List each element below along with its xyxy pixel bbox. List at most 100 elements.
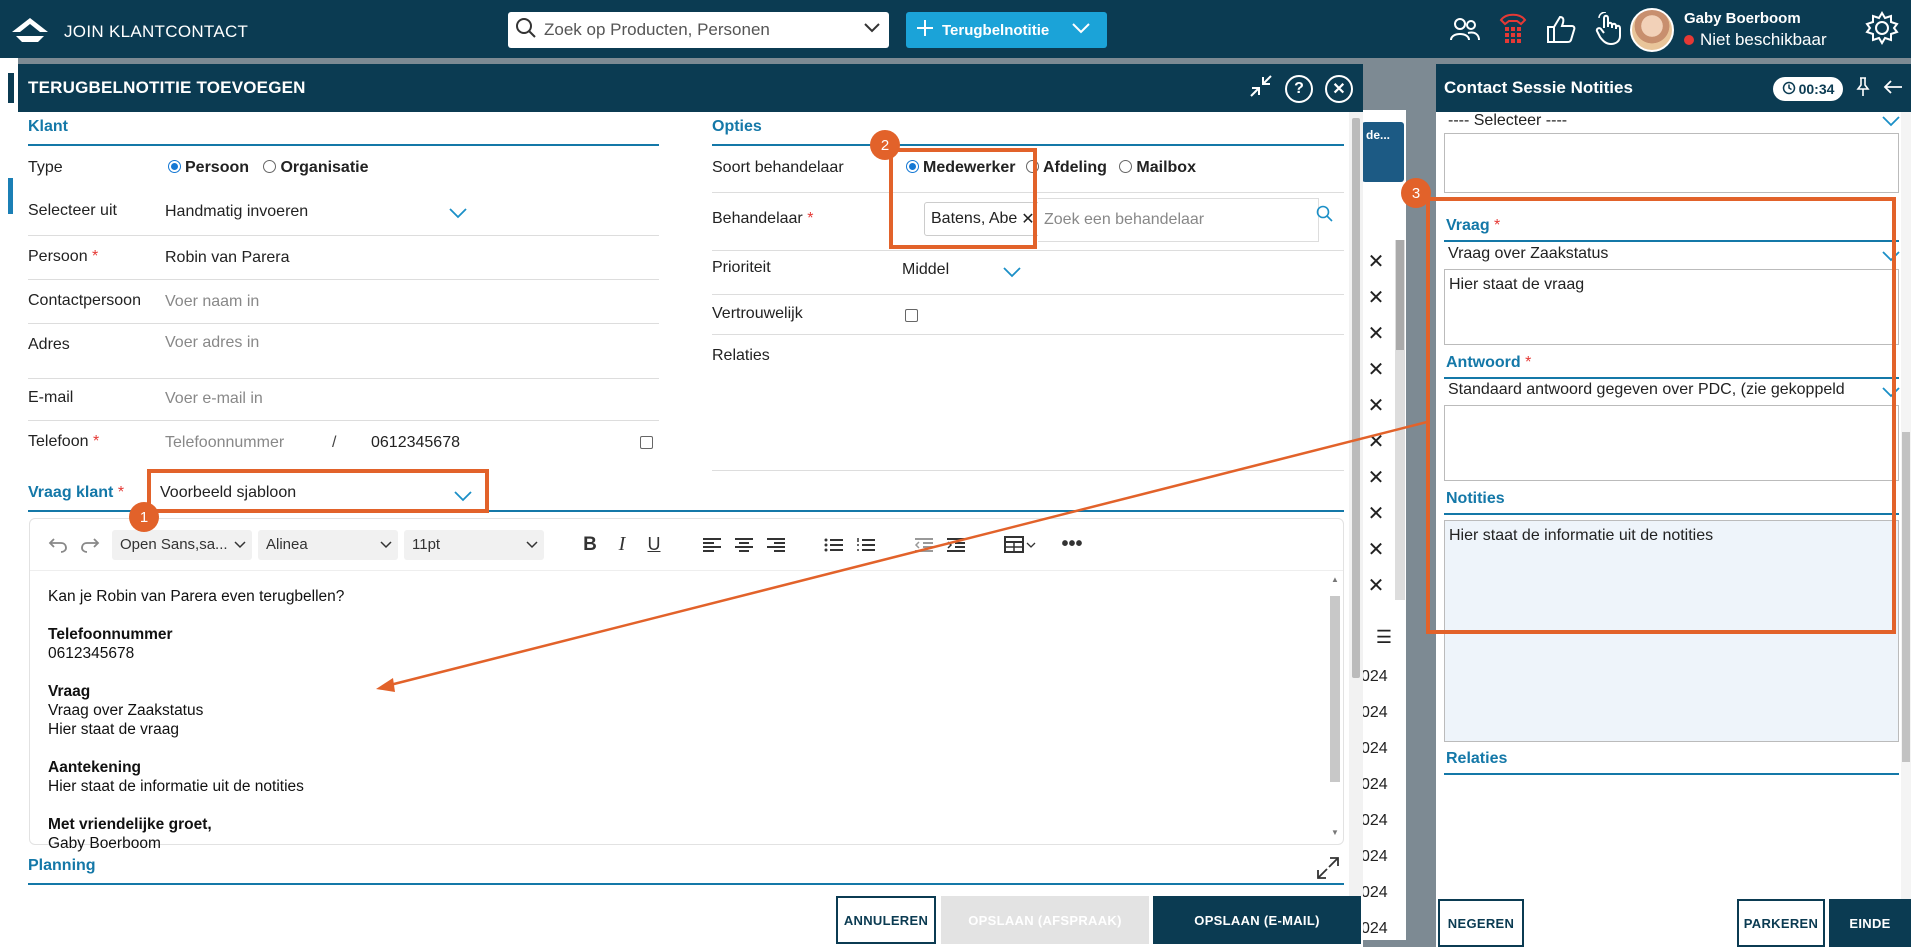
email-field[interactable]: Voer e-mail in <box>165 390 263 408</box>
search-input[interactable] <box>538 15 863 45</box>
align-center-icon[interactable] <box>728 529 760 561</box>
select-from-dropdown[interactable]: Handmatig invoeren <box>165 203 308 221</box>
end-button[interactable]: EINDE <box>1829 899 1911 947</box>
close-icon[interactable]: ✕ <box>1364 430 1388 454</box>
section-divider <box>28 144 659 146</box>
close-icon[interactable]: ✕ <box>1364 358 1388 382</box>
user-menu[interactable]: Gaby Boerboom Niet beschikbaar <box>1630 8 1827 52</box>
divider <box>28 235 659 236</box>
handler-type-department[interactable]: Afdeling <box>1025 159 1107 176</box>
modal-scrollbar[interactable] <box>1349 112 1363 896</box>
chevron-down-icon[interactable] <box>1882 114 1900 127</box>
divider <box>712 470 1344 471</box>
close-icon[interactable]: ✕ <box>1364 538 1388 562</box>
priority-dropdown[interactable]: Middel <box>902 261 949 279</box>
radio-icon[interactable] <box>263 160 277 173</box>
font-family-select[interactable]: Open Sans,sa... <box>112 529 252 560</box>
save-email-button[interactable]: OPSLAAN (E-MAIL) <box>1153 896 1361 944</box>
handler-search-input[interactable] <box>1038 198 1319 242</box>
chevron-down-icon[interactable] <box>449 206 467 219</box>
paragraph-format-select[interactable]: Alinea <box>258 529 398 560</box>
contact-person-field[interactable]: Voer naam in <box>165 293 259 311</box>
collapse-icon[interactable] <box>1249 74 1273 103</box>
phone-icon[interactable] <box>1496 10 1530 48</box>
page-marker <box>8 73 14 103</box>
list-item: 024 <box>1361 704 1388 721</box>
phone-label: Telefoon * <box>28 433 100 450</box>
undo-icon[interactable] <box>42 529 74 561</box>
expand-icon[interactable] <box>1316 856 1340 885</box>
confidential-checkbox[interactable] <box>905 309 918 322</box>
table-icon[interactable] <box>998 529 1042 561</box>
phone-type-field[interactable]: Telefoonnummer <box>165 434 284 452</box>
person-field[interactable]: Robin van Parera <box>165 249 290 267</box>
numbered-list-icon[interactable] <box>850 529 882 561</box>
topic-select[interactable]: ---- Selecteer ---- <box>1448 112 1567 130</box>
bold-icon[interactable]: B <box>574 529 606 561</box>
question-label: Vraag klant * <box>28 484 125 501</box>
planning-section-title: Planning <box>28 857 96 874</box>
chevron-down-icon[interactable] <box>1071 21 1091 39</box>
divider <box>28 420 659 421</box>
relations-label: Relaties <box>1446 750 1508 767</box>
type-option-organisation[interactable]: Organisatie <box>263 159 369 176</box>
brand[interactable]: JOIN KLANTCONTACT <box>10 14 248 49</box>
underlying-tile[interactable]: de... <box>1362 122 1404 182</box>
close-icon[interactable]: ✕ <box>1364 466 1388 490</box>
close-icon[interactable]: ✕ <box>1364 250 1388 274</box>
help-icon[interactable]: ? <box>1285 74 1313 103</box>
arrow-left-icon[interactable] <box>1883 78 1903 101</box>
close-icon[interactable]: ✕ <box>1364 574 1388 598</box>
redo-icon[interactable] <box>74 529 106 561</box>
phone-number-field[interactable]: 0612345678 <box>371 434 460 452</box>
editor-line <box>48 796 1308 815</box>
radio-icon[interactable] <box>1119 160 1133 173</box>
ignore-button[interactable]: NEGEREN <box>1438 899 1524 947</box>
editor-toolbar: Open Sans,sa... Alinea 11pt B I U ••• <box>30 519 1343 571</box>
handler-label: Behandelaar * <box>712 210 814 227</box>
close-icon[interactable]: ✕ <box>1364 322 1388 346</box>
hand-pointer-icon[interactable] <box>1592 10 1626 48</box>
close-icon[interactable]: ✕ <box>1364 394 1388 418</box>
type-option-person[interactable]: Persoon <box>168 159 249 176</box>
outdent-icon[interactable] <box>908 529 940 561</box>
relations-label: Relaties <box>712 347 770 364</box>
more-icon[interactable]: ••• <box>1056 529 1088 561</box>
pin-icon[interactable] <box>1855 77 1871 102</box>
save-appointment-button[interactable]: OPSLAAN (AFSPRAAK) <box>941 896 1149 944</box>
editor-line: Gaby Boerboom <box>48 835 161 852</box>
chevron-down-icon[interactable] <box>1003 265 1021 278</box>
settings-icon[interactable] <box>1864 10 1900 51</box>
search-icon[interactable] <box>1316 205 1334 228</box>
thumbs-up-icon[interactable] <box>1544 10 1578 48</box>
underlying-scrollbar[interactable] <box>1395 240 1405 600</box>
global-search[interactable] <box>508 12 889 48</box>
phone-checkbox[interactable] <box>640 436 653 449</box>
handler-type-mailbox[interactable]: Mailbox <box>1119 159 1196 176</box>
contacts-icon[interactable] <box>1448 10 1482 48</box>
indent-icon[interactable] <box>940 529 972 561</box>
editor-line <box>48 606 1308 625</box>
italic-icon[interactable]: I <box>606 529 638 561</box>
panel-scrollbar[interactable] <box>1901 112 1911 947</box>
align-right-icon[interactable] <box>760 529 792 561</box>
close-icon[interactable]: ✕ <box>1325 74 1353 103</box>
close-icon[interactable]: ✕ <box>1364 286 1388 310</box>
modal-title: TERUGBELNOTITIE TOEVOEGEN <box>28 78 306 97</box>
editor-scrollbar[interactable]: ▲ ▼ <box>1329 575 1341 841</box>
close-icon[interactable]: ✕ <box>1364 502 1388 526</box>
chevron-down-icon[interactable] <box>863 21 881 39</box>
cancel-button[interactable]: ANNULEREN <box>836 896 936 944</box>
search-icon <box>514 16 538 45</box>
topic-textarea[interactable] <box>1444 133 1899 193</box>
park-button[interactable]: PARKEREN <box>1737 899 1825 947</box>
radio-selected-icon[interactable] <box>168 160 181 173</box>
editor-content[interactable]: Kan je Robin van Parera even terugbellen… <box>48 587 1308 853</box>
new-callback-button[interactable]: Terugbelnotitie <box>906 12 1107 48</box>
underline-icon[interactable]: U <box>638 529 670 561</box>
menu-icon[interactable]: ☰ <box>1372 625 1396 649</box>
font-size-select[interactable]: 11pt <box>404 529 544 560</box>
align-left-icon[interactable] <box>696 529 728 561</box>
bullet-list-icon[interactable] <box>818 529 850 561</box>
address-field[interactable]: Voer adres in <box>165 334 259 352</box>
